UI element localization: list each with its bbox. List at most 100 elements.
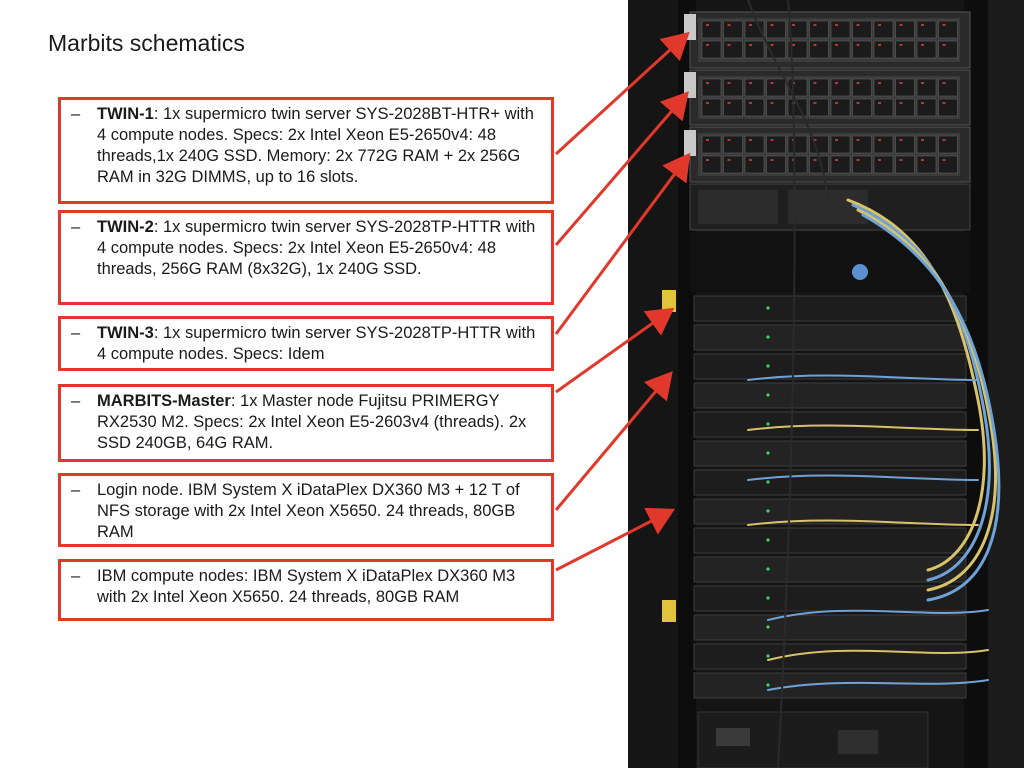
node-led: [766, 306, 770, 310]
drive-led: [749, 102, 752, 104]
drive-led: [856, 44, 860, 46]
bullet-dash: –: [71, 324, 81, 342]
drive-led: [813, 159, 817, 161]
drive-bay: [723, 155, 743, 174]
drive-bay: [938, 98, 958, 117]
drive-bay: [873, 40, 894, 59]
drive-led: [749, 82, 752, 84]
callout-text: TWIN-2: 1x supermicro twin server SYS-20…: [97, 217, 537, 298]
drive-bay: [787, 98, 808, 117]
drive-bay: [852, 40, 872, 59]
drive-led: [878, 159, 881, 161]
drive-bay: [938, 155, 958, 174]
drive-bay: [723, 135, 743, 154]
callout-name: TWIN-3: [97, 324, 154, 342]
drive-led: [878, 102, 881, 104]
node-led: [766, 364, 770, 368]
drive-bay: [873, 78, 894, 97]
callout-description: Login node. IBM System X iDataPlex DX360…: [97, 481, 520, 541]
drive-bay: [938, 78, 958, 97]
drive-led: [813, 102, 817, 104]
callout-text: IBM compute nodes: IBM System X iDataPle…: [97, 566, 537, 614]
node-led: [766, 625, 770, 629]
drive-bay: [744, 78, 765, 97]
drive-led: [835, 24, 838, 26]
drive-bay: [744, 40, 765, 59]
drive-bay: [744, 155, 765, 174]
drive-led: [878, 24, 881, 26]
server-node-slot: [693, 672, 967, 699]
drive-bay: [916, 98, 937, 117]
drive-bay: [809, 20, 829, 39]
drive-led: [878, 139, 881, 141]
drive-led: [942, 159, 946, 161]
server-node-slot: [693, 382, 967, 409]
callout-login-node: – Login node. IBM System X iDataPlex DX3…: [58, 473, 554, 547]
server-rack-photo: [628, 0, 1024, 768]
drive-led: [899, 159, 903, 161]
drive-led: [942, 82, 946, 84]
drive-led: [749, 159, 752, 161]
drive-led: [942, 44, 946, 46]
server-rack-illustration: [628, 0, 1024, 768]
drive-bay: [701, 40, 722, 59]
node-led: [766, 480, 770, 484]
drive-bay: [766, 155, 786, 174]
callout-name: TWIN-2: [97, 218, 154, 236]
callout-twin-1: – TWIN-1: 1x supermicro twin server SYS-…: [58, 97, 554, 204]
drive-led: [835, 44, 838, 46]
drive-led: [899, 139, 903, 141]
drive-led: [770, 102, 774, 104]
bullet-dash: –: [71, 481, 81, 499]
callout-ibm-compute-nodes: – IBM compute nodes: IBM System X iDataP…: [58, 559, 554, 621]
drive-led: [856, 159, 860, 161]
node-led: [766, 567, 770, 571]
server-node-slot: [693, 527, 967, 554]
callout-text: TWIN-3: 1x supermicro twin server SYS-20…: [97, 323, 537, 364]
drive-led: [727, 24, 731, 26]
node-led: [766, 393, 770, 397]
server-node-slot: [693, 440, 967, 467]
drive-bay: [830, 40, 851, 59]
node-led: [766, 451, 770, 455]
drive-bay: [701, 155, 722, 174]
drive-led: [856, 102, 860, 104]
drive-led: [770, 44, 774, 46]
drive-led: [706, 139, 709, 141]
drive-led: [835, 139, 838, 141]
drive-led: [813, 82, 817, 84]
bullet-dash: –: [71, 218, 81, 236]
drive-bay: [938, 135, 958, 154]
drive-led: [770, 159, 774, 161]
drive-led: [770, 139, 774, 141]
callout-description: IBM compute nodes: IBM System X iDataPle…: [97, 567, 516, 606]
drive-led: [856, 24, 860, 26]
drive-bay: [895, 20, 915, 39]
callout-description: : 1x supermicro twin server SYS-2028TP-H…: [97, 218, 536, 278]
drive-bay: [938, 40, 958, 59]
drive-led: [813, 44, 817, 46]
drive-led: [749, 139, 752, 141]
drive-bay: [895, 98, 915, 117]
bullet-dash: –: [71, 567, 81, 585]
bullet-dash: –: [71, 105, 81, 123]
drive-led: [749, 44, 752, 46]
twin-3-chassis: [689, 126, 971, 183]
drive-bay: [916, 20, 937, 39]
drive-led: [942, 139, 946, 141]
drive-bay: [916, 40, 937, 59]
drive-bay: [895, 78, 915, 97]
callout-name: TWIN-1: [97, 105, 154, 123]
drive-led: [727, 139, 731, 141]
drive-bay: [809, 98, 829, 117]
drive-led: [899, 82, 903, 84]
drive-bay: [701, 20, 722, 39]
drive-led: [899, 102, 903, 104]
drive-bay: [744, 98, 765, 117]
drive-led: [878, 82, 881, 84]
drive-bay: [873, 20, 894, 39]
drive-bay: [852, 20, 872, 39]
drive-bay: [852, 155, 872, 174]
server-node-slot: [693, 411, 967, 438]
drive-led: [727, 82, 731, 84]
